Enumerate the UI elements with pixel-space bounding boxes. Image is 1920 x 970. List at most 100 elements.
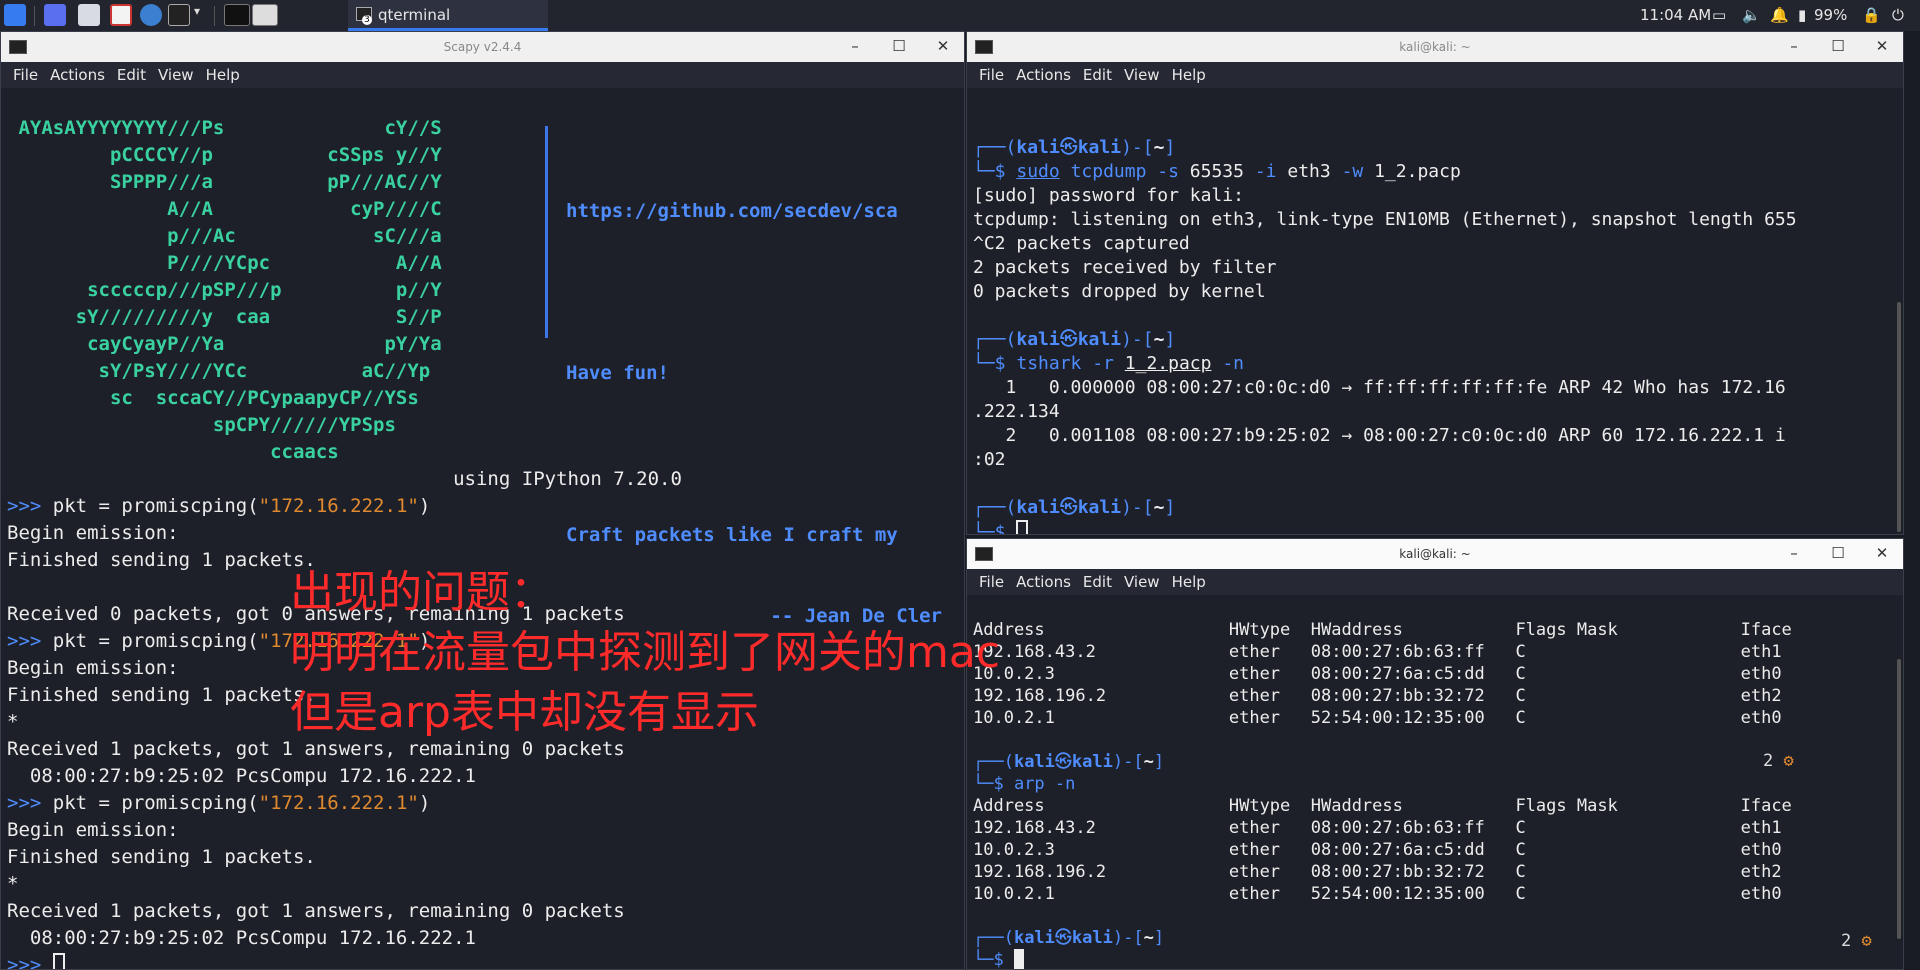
- minimize-button[interactable]: –: [846, 37, 864, 55]
- jobs-count: 2 ⚙: [1841, 931, 1872, 951]
- maximize-button[interactable]: ☐: [1829, 37, 1847, 55]
- output-line: [sudo] password for kali:: [973, 185, 1244, 206]
- prompt-host: kali: [1071, 752, 1113, 772]
- annotation-line-2: 明明在流量包中探测到了网关的mac: [290, 627, 1001, 678]
- prompt-bracket: ]: [1153, 928, 1165, 948]
- text-cursor: [1013, 949, 1024, 969]
- prompt-bracket: )-[: [1112, 752, 1144, 772]
- menu-edit[interactable]: Edit: [117, 66, 146, 84]
- maximize-button[interactable]: ☐: [890, 37, 908, 55]
- prompt-corner: ┌──(: [973, 752, 1014, 772]
- prompt-bracket: ]: [1153, 752, 1165, 772]
- power-icon[interactable]: ⏻: [1892, 6, 1904, 24]
- menu-file[interactable]: File: [979, 573, 1004, 591]
- command-line: └─$: [973, 949, 1897, 969]
- menu-file[interactable]: File: [979, 66, 1004, 84]
- prompt-dir: ~: [1153, 137, 1165, 158]
- command-word: tcpdump: [1070, 161, 1147, 182]
- window-title: kali@kali: ~: [1399, 40, 1471, 54]
- menu-view[interactable]: View: [1124, 66, 1160, 84]
- menu-help[interactable]: Help: [206, 66, 240, 84]
- kali-terminal-output[interactable]: Address HWtype HWaddress Flags Mask Ifac…: [973, 597, 1897, 969]
- command-text: ): [418, 792, 431, 814]
- window-titlebar[interactable]: kali@kali: ~ – ☐ ✕: [967, 32, 1903, 62]
- prompt-user: kali: [1016, 137, 1060, 158]
- volume-icon[interactable]: 🔈: [1742, 6, 1761, 24]
- output-line: Received 1 packets, got 1 answers, remai…: [7, 738, 625, 760]
- menu-edit[interactable]: Edit: [1083, 573, 1112, 591]
- close-button[interactable]: ✕: [1873, 544, 1891, 562]
- menu-view[interactable]: View: [158, 66, 194, 84]
- banner-quote: Craft packets like I craft my: [566, 524, 898, 546]
- menu-file[interactable]: File: [13, 66, 38, 84]
- command-word: sudo: [1016, 161, 1060, 182]
- scrollbar[interactable]: [1897, 302, 1901, 532]
- minimize-button[interactable]: –: [1785, 544, 1803, 562]
- task-count-badge: 3: [362, 15, 372, 25]
- kali-terminal-output[interactable]: ┌──(kali㉿kali)-[~] └─$ sudo tcpdump -s 65…: [973, 112, 1897, 534]
- menu-view[interactable]: View: [1124, 573, 1160, 591]
- command-line: └─$: [973, 520, 1897, 534]
- window-titlebar[interactable]: kali@kali: ~ – ☐ ✕: [967, 539, 1903, 569]
- battery-percent: 99%: [1814, 6, 1848, 24]
- battery-icon[interactable]: ▮: [1798, 6, 1806, 24]
- top-taskbar: ▾ 3 qterminal 11:04 AM ▭ 🔈 🔔 ▮ 99% 🔒 ⏻: [0, 0, 1920, 31]
- prompt-dollar: └─$: [973, 522, 1017, 534]
- text-editor-icon[interactable]: [110, 4, 132, 26]
- taskbar-task-qterminal[interactable]: 3 qterminal: [348, 0, 548, 31]
- window-title: Scapy v2.4.4: [443, 40, 522, 54]
- workspace-2-icon[interactable]: [252, 4, 278, 26]
- shell-prompt-line: ┌──(kali㉿kali)-[~]: [973, 927, 1897, 949]
- show-desktop-icon[interactable]: [44, 4, 66, 26]
- banner-right-text: https://github.com/secdev/sca Have fun! …: [566, 144, 964, 684]
- banner-art-line: AYAsAYYYYYYYY///Ps cY//S: [7, 117, 442, 139]
- workspace-1-icon[interactable]: [224, 4, 250, 26]
- display-icon[interactable]: ▭: [1712, 6, 1726, 24]
- browser-icon[interactable]: [140, 4, 162, 26]
- command-arg: 1_2.pacp: [1124, 353, 1212, 374]
- menu-edit[interactable]: Edit: [1083, 66, 1112, 84]
- command-arg: 1_2.pacp: [1374, 161, 1461, 182]
- maximize-button[interactable]: ☐: [1829, 544, 1847, 562]
- window-titlebar[interactable]: Scapy v2.4.4 – ☐ ✕: [1, 32, 964, 62]
- command-arg: "172.16.222.1": [258, 792, 419, 814]
- banner-link: https://github.com/secdev/sca: [566, 200, 898, 222]
- command-flag: -s: [1157, 161, 1179, 182]
- menu-actions[interactable]: Actions: [50, 66, 105, 84]
- command-line: >>> pkt = promiscping("172.16.222.1"): [7, 790, 958, 817]
- terminal-icon[interactable]: [168, 4, 190, 26]
- command-flag: -w: [1341, 161, 1364, 182]
- prompt-host: kali: [1077, 497, 1122, 518]
- chevron-down-icon[interactable]: ▾: [194, 4, 206, 26]
- prompt-dir: ~: [1143, 752, 1154, 772]
- close-button[interactable]: ✕: [934, 37, 952, 55]
- banner-divider: [545, 126, 548, 338]
- arp-table-row: 10.0.2.1 ether 52:54:00:12:35:00 C eth0: [973, 884, 1782, 904]
- arp-table-row: 10.0.2.3 ether 08:00:27:6a:c5:dd C eth0: [973, 664, 1782, 684]
- menu-help[interactable]: Help: [1172, 573, 1206, 591]
- minimize-button[interactable]: –: [1785, 37, 1803, 55]
- notification-icon[interactable]: 🔔: [1770, 6, 1789, 24]
- banner-fun: Have fun!: [566, 362, 669, 384]
- annotation-line-1: 出现的问题：: [290, 567, 554, 618]
- menu-help[interactable]: Help: [1172, 66, 1206, 84]
- arp-table-row: 192.168.196.2 ether 08:00:27:bb:32:72 C …: [973, 686, 1782, 706]
- file-manager-icon[interactable]: [78, 4, 100, 26]
- prompt-dollar: └─$: [973, 950, 1014, 969]
- kali-menu-icon[interactable]: [4, 4, 26, 26]
- output-line: 08:00:27:b9:25:02 PcsCompu 172.16.222.1: [7, 765, 476, 787]
- lock-icon[interactable]: 🔒: [1862, 6, 1881, 24]
- clock[interactable]: 11:04 AM: [1640, 6, 1711, 24]
- output-line: ^C2 packets captured: [973, 233, 1190, 254]
- command-line: >>>: [7, 952, 958, 969]
- prompt-bracket: ]: [1164, 329, 1176, 350]
- menu-actions[interactable]: Actions: [1016, 66, 1071, 84]
- prompt-host: kali: [1071, 928, 1113, 948]
- close-button[interactable]: ✕: [1873, 37, 1891, 55]
- command-arg: 65535: [1189, 161, 1244, 182]
- menu-actions[interactable]: Actions: [1016, 573, 1071, 591]
- scrollbar[interactable]: [1897, 659, 1901, 939]
- prompt-dollar: └─$: [973, 353, 1017, 374]
- prompt-host: kali: [1077, 329, 1122, 350]
